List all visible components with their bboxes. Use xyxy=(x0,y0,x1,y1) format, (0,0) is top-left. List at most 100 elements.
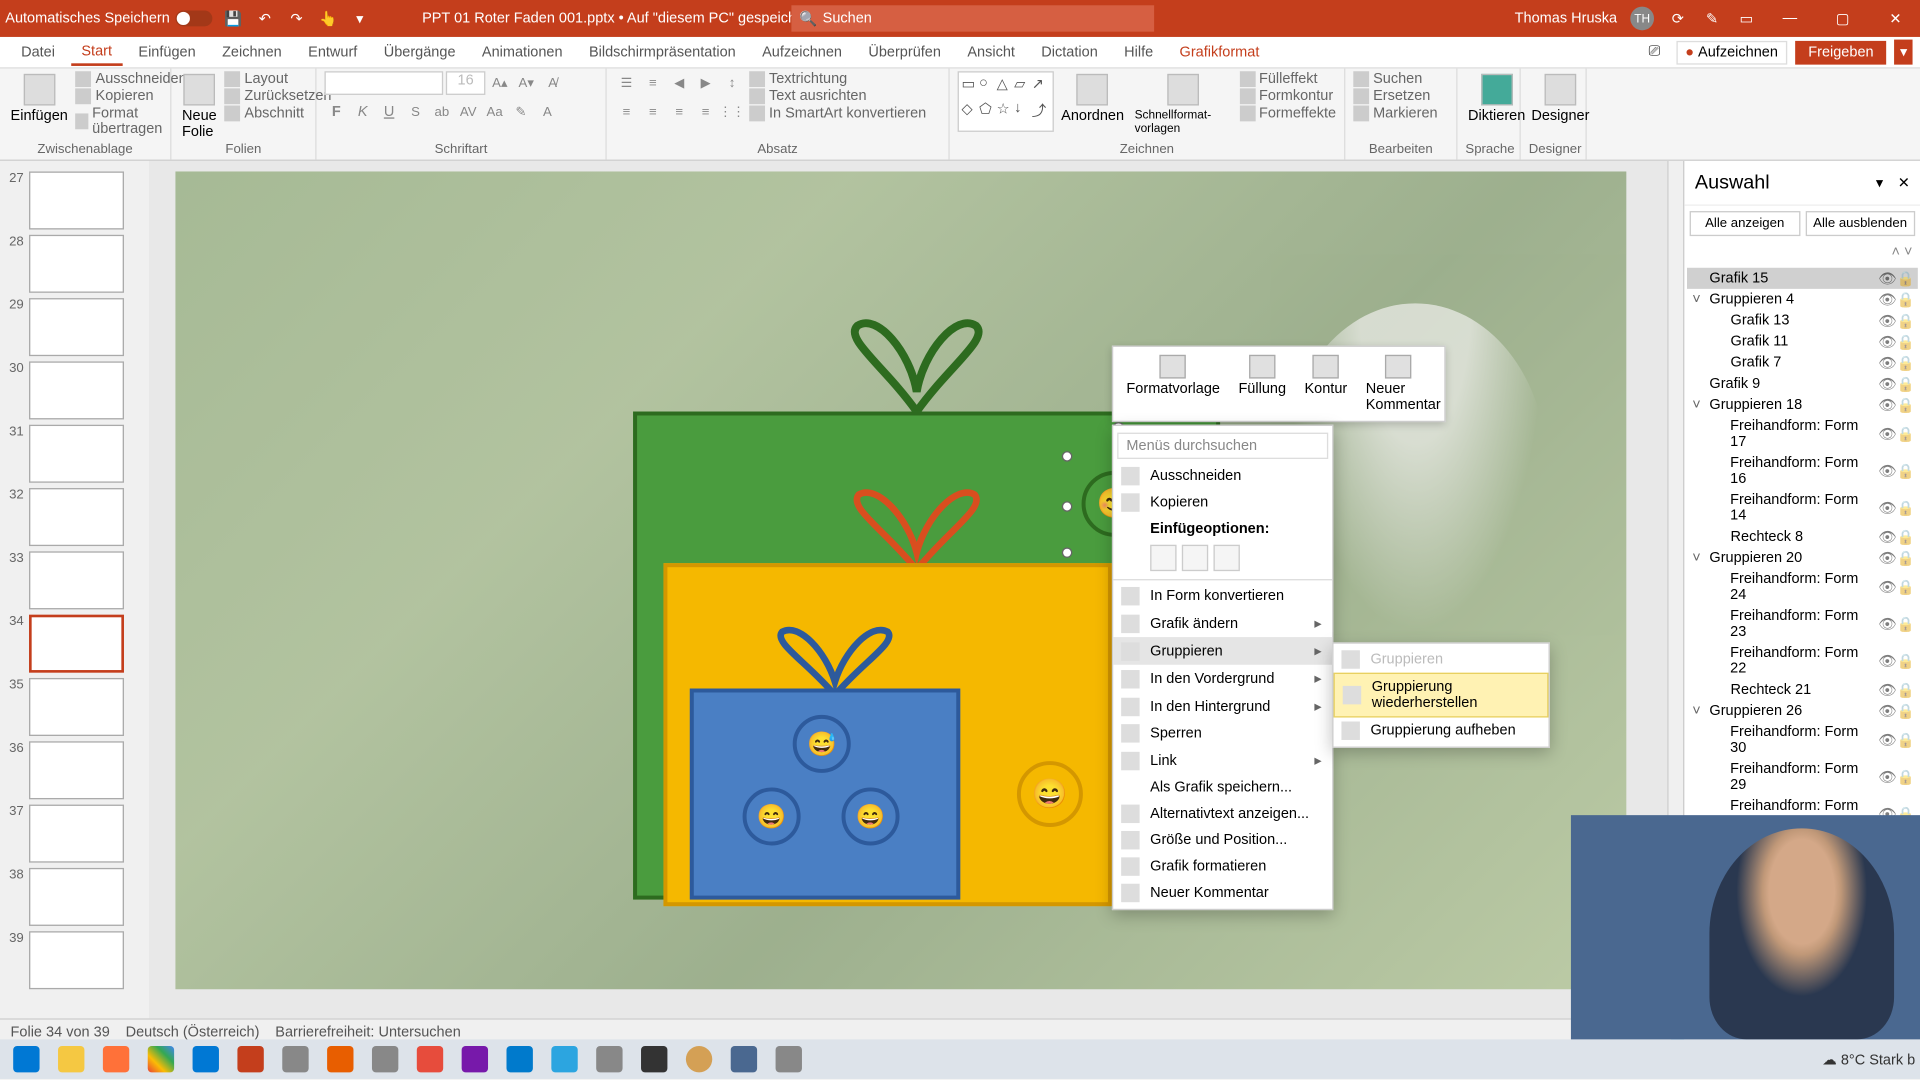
ctx-neuer-kommentar[interactable]: Neuer Kommentar xyxy=(1113,880,1332,906)
paste-option-1[interactable] xyxy=(1150,545,1176,571)
tab-animationen[interactable]: Animationen xyxy=(471,40,573,64)
shape-fill-button[interactable]: Fülleffekt xyxy=(1239,71,1336,87)
align-right-button[interactable]: ≡ xyxy=(667,100,691,124)
outlook-icon[interactable] xyxy=(185,1042,227,1076)
visibility-icon[interactable]: 👁 xyxy=(1878,653,1894,669)
tab-zeichnen[interactable]: Zeichnen xyxy=(212,40,293,64)
tree-item[interactable]: Freihandform: Form 24👁🔒 xyxy=(1687,568,1918,605)
thumbnail-28[interactable]: 28 xyxy=(5,235,143,293)
visibility-icon[interactable]: 👁 xyxy=(1878,616,1894,632)
submenu-gruppierung-wiederherstellen[interactable]: Gruppierung wiederherstellen xyxy=(1334,673,1549,718)
chrome-icon[interactable] xyxy=(140,1042,182,1076)
bullets-button[interactable]: ☰ xyxy=(615,71,639,95)
tree-item[interactable]: Freihandform: Form 30👁🔒 xyxy=(1687,721,1918,758)
ctx-ausschneiden[interactable]: Ausschneiden xyxy=(1113,463,1332,489)
tab-entwurf[interactable]: Entwurf xyxy=(298,40,368,64)
tree-item[interactable]: ˅Gruppieren 20👁🔒 xyxy=(1687,547,1918,568)
ctx-kopieren[interactable]: Kopieren xyxy=(1113,489,1332,515)
orange-smiley-icon[interactable]: 😄 xyxy=(1017,761,1083,827)
blue-smiley-1-icon[interactable]: 😅 xyxy=(793,715,851,773)
lock-icon[interactable]: 🔒 xyxy=(1897,500,1913,516)
accessibility-status[interactable]: Barrierefreiheit: Untersuchen xyxy=(275,1024,460,1040)
tab-dictation[interactable]: Dictation xyxy=(1031,40,1109,64)
app-icon-1[interactable] xyxy=(274,1042,316,1076)
align-text-button[interactable]: Text ausrichten xyxy=(749,88,926,104)
onenote-icon[interactable] xyxy=(454,1042,496,1076)
font-size-input[interactable]: 16 xyxy=(446,71,486,95)
visibility-icon[interactable]: 👁 xyxy=(1878,732,1894,748)
format-painter-button[interactable]: Format übertragen xyxy=(76,106,187,138)
font-family-input[interactable] xyxy=(324,71,443,95)
dropdown-icon[interactable]: ▾ xyxy=(349,8,370,29)
tab-bildschirm[interactable]: Bildschirmpräsentation xyxy=(578,40,746,64)
reset-button[interactable]: Zurücksetzen xyxy=(225,88,332,104)
justify-button[interactable]: ≡ xyxy=(694,100,718,124)
pane-options-icon[interactable]: ▾ xyxy=(1876,175,1883,191)
ctx-grafik-formatieren[interactable]: Grafik formatieren xyxy=(1113,853,1332,879)
copy-button[interactable]: Kopieren xyxy=(76,88,187,104)
thumbnail-29[interactable]: 29 xyxy=(5,298,143,356)
blue-smiley-2-icon[interactable]: 😄 xyxy=(743,787,801,845)
tab-start[interactable]: Start xyxy=(71,39,123,65)
collapse-ribbon-icon[interactable]: ⎚ xyxy=(1641,41,1668,63)
tree-item[interactable]: Freihandform: Form 29👁🔒 xyxy=(1687,758,1918,795)
tree-item[interactable]: Rechteck 21👁🔒 xyxy=(1687,679,1918,700)
app-icon-7[interactable] xyxy=(768,1042,810,1076)
start-button[interactable] xyxy=(5,1042,47,1076)
slide-count[interactable]: Folie 34 von 39 xyxy=(11,1024,110,1040)
app-icon-6[interactable] xyxy=(723,1042,765,1076)
thumbnail-35[interactable]: 35 xyxy=(5,678,143,736)
visibility-icon[interactable]: 👁 xyxy=(1878,703,1894,719)
paste-button[interactable]: Einfügen xyxy=(8,71,71,126)
ctx-in-den-hintergrund[interactable]: In den Hintergrund▸ xyxy=(1113,692,1332,720)
lock-icon[interactable]: 🔒 xyxy=(1897,769,1913,785)
ctx-grafik--ndern[interactable]: Grafik ändern▸ xyxy=(1113,609,1332,637)
lock-icon[interactable]: 🔒 xyxy=(1897,355,1913,371)
line-spacing-button[interactable]: ↕ xyxy=(720,71,744,95)
shape-outline-button[interactable]: Formkontur xyxy=(1239,88,1336,104)
new-slide-button[interactable]: Neue Folie xyxy=(179,71,219,142)
underline-button[interactable]: U xyxy=(377,100,401,124)
lock-icon[interactable]: 🔒 xyxy=(1897,270,1913,286)
numbering-button[interactable]: ≡ xyxy=(641,71,665,95)
italic-button[interactable]: K xyxy=(351,100,375,124)
thumbnail-30[interactable]: 30 xyxy=(5,361,143,419)
tree-item[interactable]: Grafik 9👁🔒 xyxy=(1687,373,1918,394)
cut-button[interactable]: Ausschneiden xyxy=(76,71,187,87)
lock-icon[interactable]: 🔒 xyxy=(1897,703,1913,719)
dictate-button[interactable]: Diktieren xyxy=(1465,71,1528,126)
tree-item[interactable]: Rechteck 8👁🔒 xyxy=(1687,526,1918,547)
tree-item[interactable]: ˅Gruppieren 4👁🔒 xyxy=(1687,289,1918,310)
decrease-font-icon[interactable]: A▾ xyxy=(514,71,538,95)
obs-icon[interactable] xyxy=(633,1042,675,1076)
blue-smiley-3-icon[interactable]: 😄 xyxy=(842,787,900,845)
user-avatar[interactable]: TH xyxy=(1630,7,1654,31)
vlc-icon[interactable] xyxy=(319,1042,361,1076)
paste-option-2[interactable] xyxy=(1182,545,1208,571)
submenu-gruppierung-aufheben[interactable]: Gruppierung aufheben xyxy=(1334,718,1549,744)
lock-icon[interactable]: 🔒 xyxy=(1897,550,1913,566)
visibility-icon[interactable]: 👁 xyxy=(1878,397,1894,413)
ctx-sperren[interactable]: Sperren xyxy=(1113,720,1332,746)
case-button[interactable]: Aa xyxy=(483,100,507,124)
tab-uebergaenge[interactable]: Übergänge xyxy=(373,40,466,64)
weather-widget[interactable]: ☁ 8°C Stark b xyxy=(1822,1051,1915,1068)
lock-icon[interactable]: 🔒 xyxy=(1897,397,1913,413)
ctx-gr--e-und-position---[interactable]: Größe und Position... xyxy=(1113,827,1332,853)
powerpoint-icon[interactable] xyxy=(230,1042,272,1076)
tree-item[interactable]: Grafik 11👁🔒 xyxy=(1687,331,1918,352)
undo-icon[interactable]: ↶ xyxy=(254,8,275,29)
mini-outline-button[interactable]: Kontur xyxy=(1297,352,1356,415)
strike-button[interactable]: S xyxy=(404,100,428,124)
slide-canvas[interactable]: 😊 😄 😅 😄 😄 Formatvorlage Füllung Kontur N… xyxy=(149,161,1667,1018)
maximize-button[interactable]: ▢ xyxy=(1823,5,1863,31)
lock-icon[interactable]: 🔒 xyxy=(1897,426,1913,442)
visibility-icon[interactable]: 👁 xyxy=(1878,529,1894,545)
file-name[interactable]: PPT 01 Roter Faden 001.pptx • Auf "diese… xyxy=(422,11,813,27)
shapes-gallery[interactable]: ▭○△▱↗◇⬠☆↓⤴ xyxy=(958,71,1054,132)
lock-icon[interactable]: 🔒 xyxy=(1897,291,1913,307)
touch-icon[interactable]: 👆 xyxy=(318,8,339,29)
visibility-icon[interactable]: 👁 xyxy=(1878,270,1894,286)
ribbon-opts-icon[interactable]: ▭ xyxy=(1736,8,1757,29)
tab-grafikformat[interactable]: Grafikformat xyxy=(1169,40,1270,64)
